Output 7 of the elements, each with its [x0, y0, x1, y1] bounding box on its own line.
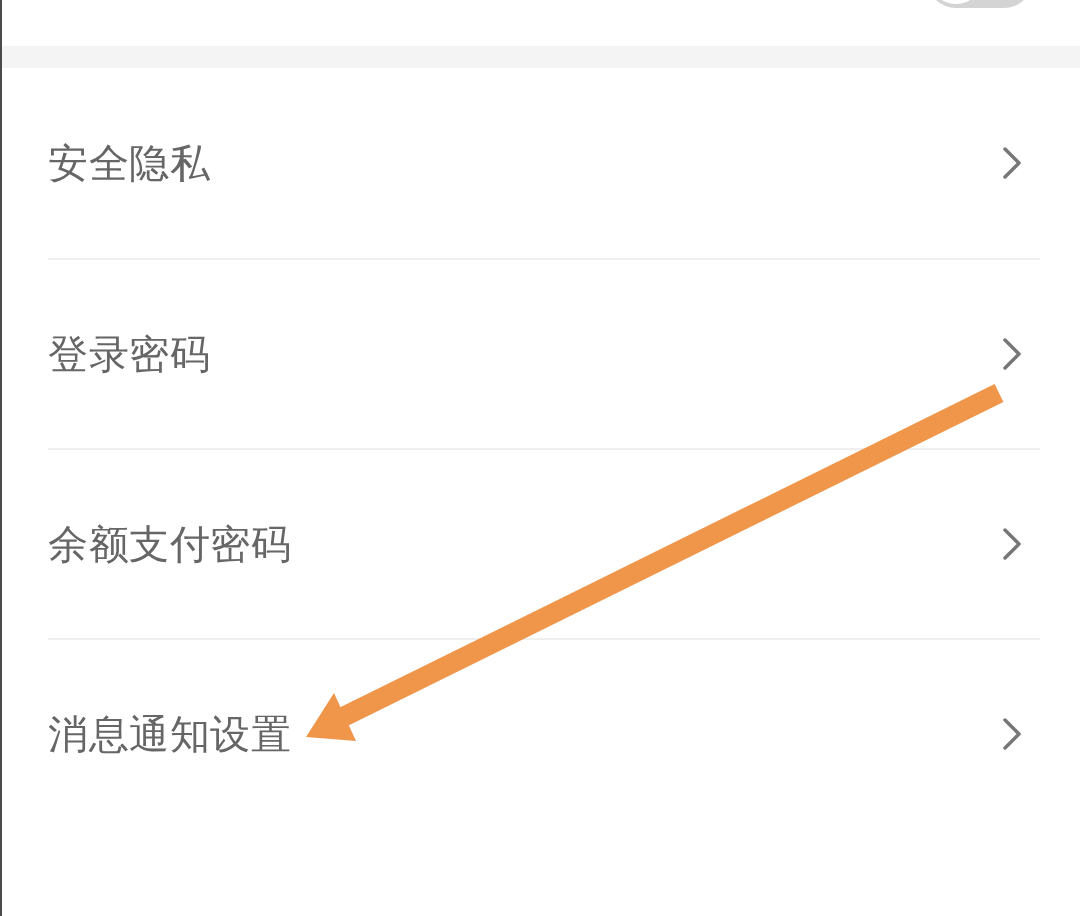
chevron-right-icon: [1002, 717, 1022, 751]
settings-menu-item[interactable]: 登录密码: [48, 258, 1040, 448]
chevron-right-icon: [1002, 146, 1022, 180]
chevron-right-icon: [1002, 337, 1022, 371]
chevron-right-icon: [1002, 527, 1022, 561]
settings-menu-item[interactable]: 安全隐私: [48, 68, 1040, 258]
settings-menu-item[interactable]: 余额支付密码: [48, 448, 1040, 638]
